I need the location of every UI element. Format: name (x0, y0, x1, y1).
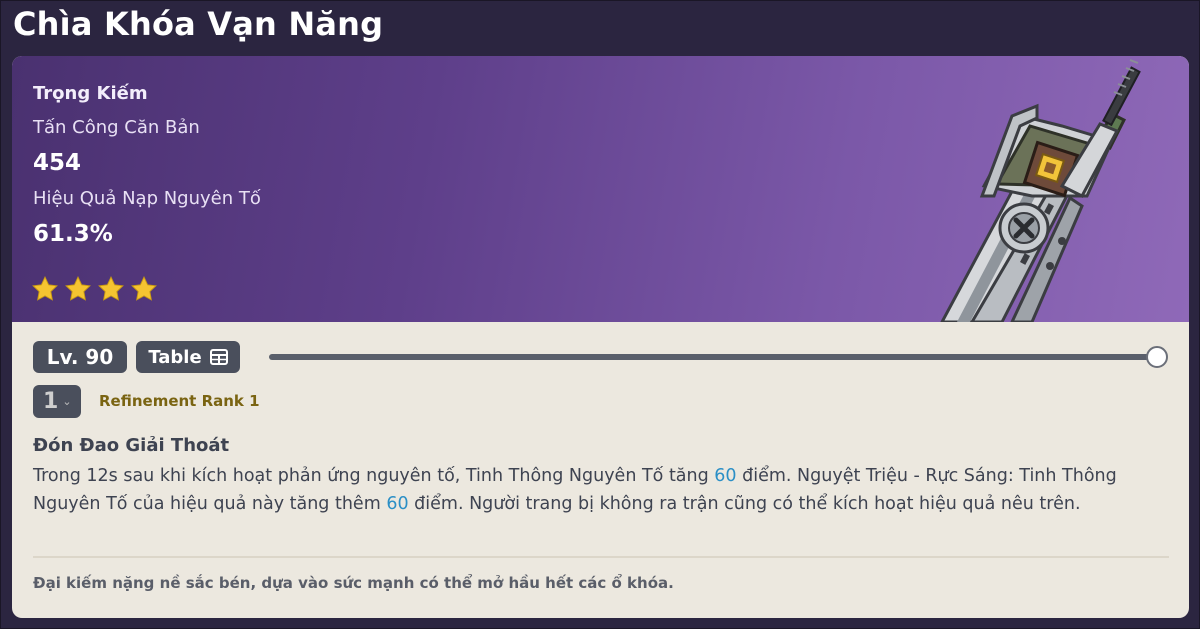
star-icon (131, 276, 157, 301)
base-atk-value: 454 (33, 150, 82, 176)
table-button[interactable]: Table (136, 341, 240, 373)
star-icon (98, 276, 124, 301)
passive-name: Đón Đao Giải Thoát (33, 435, 230, 456)
weapon-card: Trọng Kiếm Tấn Công Căn Bản 454 Hiệu Quả… (12, 56, 1189, 618)
refinement-value: 1 (43, 389, 59, 414)
passive-description: Trong 12s sau khi kích hoạt phản ứng ngu… (33, 462, 1173, 518)
passive-desc-part3: điểm. Người trang bị không ra trận cũng … (408, 494, 1081, 514)
weapon-hero: Trọng Kiếm Tấn Công Căn Bản 454 Hiệu Quả… (12, 56, 1189, 322)
energy-recharge-label: Hiệu Quả Nạp Nguyên Tố (33, 188, 261, 209)
weapon-lore: Đại kiếm nặng nề sắc bén, dựa vào sức mạ… (33, 574, 674, 592)
star-icon (65, 276, 91, 301)
passive-value-1: 60 (714, 466, 737, 486)
weapon-type: Trọng Kiếm (33, 83, 148, 104)
page-frame: Chìa Khóa Vạn Năng Trọng Kiếm Tấn Công C… (0, 0, 1200, 629)
rarity-stars (31, 275, 158, 303)
refinement-label: Refinement Rank 1 (99, 392, 260, 410)
chevron-down-icon: ⌄ (62, 395, 72, 408)
level-slider-handle[interactable] (1146, 346, 1168, 368)
greatsword-icon (940, 59, 1141, 322)
table-button-label: Table (148, 346, 202, 368)
star-icon (32, 276, 58, 301)
base-atk-label: Tấn Công Căn Bản (33, 117, 200, 138)
refinement-select[interactable]: 1 ⌄ (33, 385, 81, 418)
section-divider (33, 556, 1169, 558)
level-controls: Lv. 90 Table (33, 341, 1173, 373)
level-slider-track[interactable] (269, 354, 1157, 360)
passive-value-2: 60 (386, 494, 409, 514)
energy-recharge-value: 61.3% (33, 221, 113, 247)
table-grid-icon (209, 349, 228, 365)
level-badge[interactable]: Lv. 90 (33, 341, 127, 373)
passive-desc-part1: Trong 12s sau khi kích hoạt phản ứng ngu… (33, 466, 715, 486)
page-title: Chìa Khóa Vạn Năng (13, 5, 384, 43)
